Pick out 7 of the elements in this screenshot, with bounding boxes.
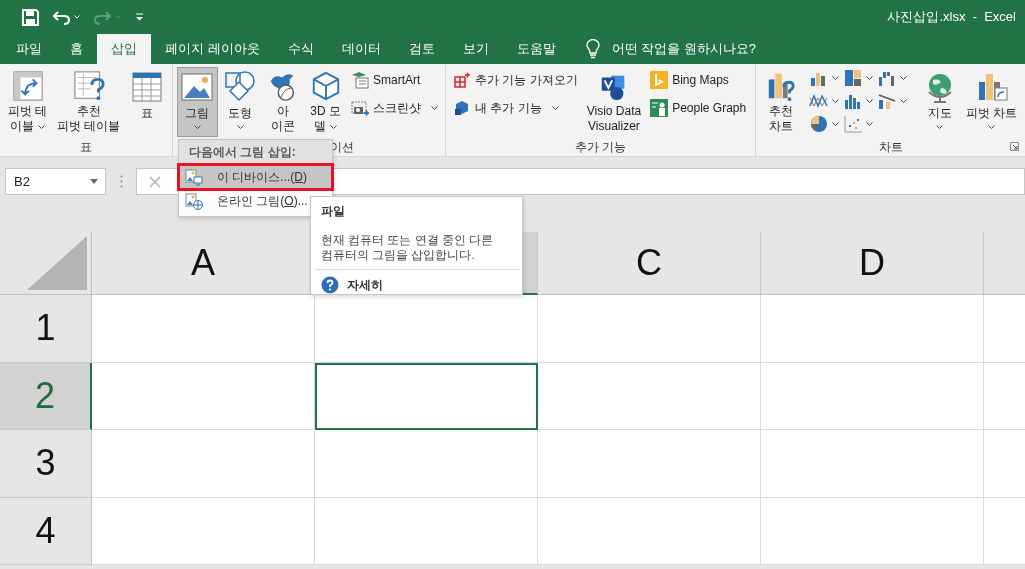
group-label: 추가 기능 — [574, 140, 627, 154]
group-label: 차트 — [878, 140, 903, 154]
tooltip-description: 현재 컴퓨터 또는 연결 중인 다른 컴퓨터의 그림을 삽입합니다. — [321, 233, 494, 263]
group-label: 표 — [80, 140, 92, 154]
tooltip-title: 파일 — [321, 203, 346, 220]
window-title: 사진삽입.xlsx - Excel — [887, 8, 1016, 26]
menu-heading: 다음에서 그림 삽입: — [179, 140, 332, 165]
